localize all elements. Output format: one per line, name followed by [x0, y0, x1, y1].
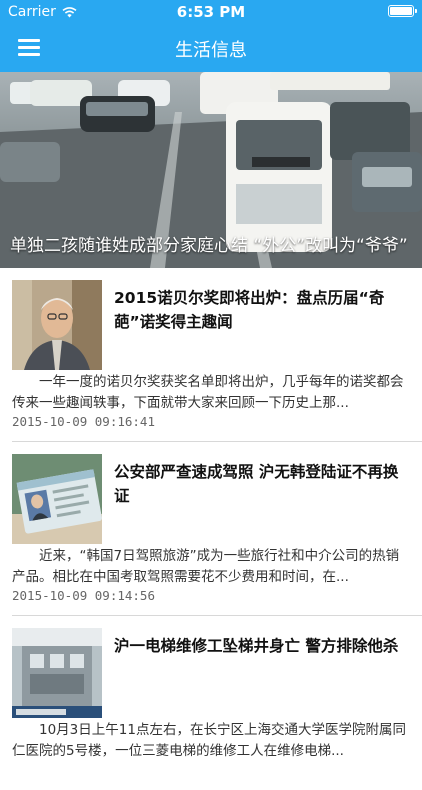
portrait-image [12, 280, 102, 370]
news-title: 沪一电梯维修工坠梯井身亡 警方排除他杀 [114, 637, 399, 655]
nav-bar: 生活信息 [0, 24, 422, 72]
news-thumbnail [12, 280, 102, 370]
status-time: 6:53 PM [176, 3, 246, 21]
news-date: 2015-10-09 09:16:41 [12, 414, 155, 429]
hero-banner[interactable]: 单独二孩随谁姓成部分家庭心结 “外公”改叫为“爷爷” [0, 72, 422, 268]
status-bar: Carrier 6:53 PM [0, 0, 422, 24]
news-item-nobel[interactable]: 2015诺贝尔奖即将出炉：盘点历届“奇葩”诺奖得主趣闻 一年一度的诺贝尔奖获奖名… [0, 268, 422, 442]
news-date: 2015-10-09 09:14:56 [12, 588, 155, 603]
news-summary: 10月3日上午11点左右，在长宁区上海交通大学医学院附属同仁医院的5号楼，一位三… [12, 722, 406, 759]
news-summary: 近来，“韩国7日驾照旅游”成为一些旅行社和中介公司的热销产品。相比在中国考取驾照… [12, 548, 400, 585]
news-title: 2015诺贝尔奖即将出炉：盘点历届“奇葩”诺奖得主趣闻 [114, 289, 385, 331]
news-list: 2015诺贝尔奖即将出炉：盘点历届“奇葩”诺奖得主趣闻 一年一度的诺贝尔奖获奖名… [0, 268, 422, 790]
news-item-elevator[interactable]: 沪一电梯维修工坠梯井身亡 警方排除他杀 10月3日上午11点左右，在长宁区上海交… [0, 616, 422, 790]
hero-caption: 单独二孩随谁姓成部分家庭心结 “外公”改叫为“爷爷” [10, 236, 408, 256]
news-summary: 一年一度的诺贝尔奖获奖名单即将出炉，几乎每年的诺奖都会传来一些趣闻轶事，下面就带… [12, 374, 404, 411]
news-item-license[interactable]: 公安部严查速成驾照 沪无韩登陆证不再换证 近来，“韩国7日驾照旅游”成为一些旅行… [0, 442, 422, 616]
building-image [12, 628, 102, 718]
news-thumbnail [12, 454, 102, 544]
page-title: 生活信息 [175, 40, 247, 61]
battery-icon [388, 5, 417, 17]
drivers-license-image [12, 454, 102, 544]
news-title: 公安部严查速成驾照 沪无韩登陆证不再换证 [114, 463, 399, 505]
news-thumbnail [12, 628, 102, 718]
